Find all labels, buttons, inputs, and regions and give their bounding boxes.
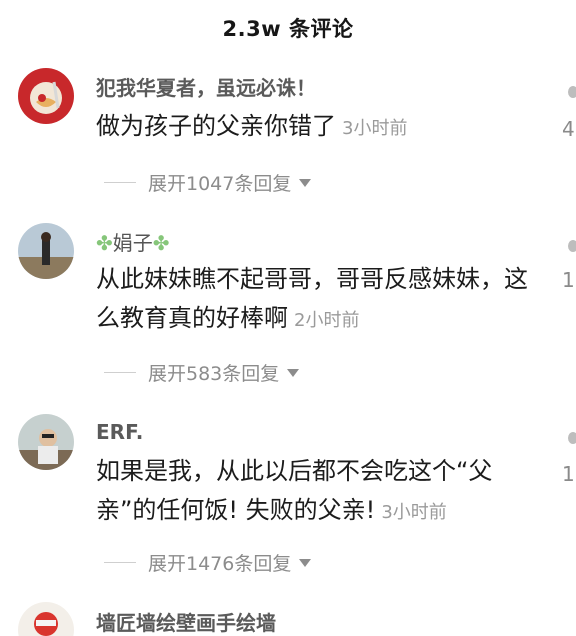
avatar[interactable]	[18, 223, 74, 279]
comment-username[interactable]: 犯我华夏者，虽远必诛！	[96, 72, 316, 101]
avatar[interactable]	[18, 414, 74, 470]
divider-line	[104, 562, 136, 563]
like-count: 4	[562, 117, 575, 141]
comment-body: 做为孩子的父亲你错了	[96, 112, 336, 140]
comment-time: 2小时前	[294, 310, 360, 331]
like-icon[interactable]	[568, 86, 576, 98]
expand-replies-label: 展开1047条回复	[148, 173, 292, 195]
avatar-image	[18, 223, 74, 279]
like-icon[interactable]	[568, 240, 576, 252]
like-count: 1	[562, 268, 575, 292]
avatar-image	[18, 68, 74, 124]
comment-text: 如果是我，从此以后都不会吃这个“父亲”的任何饭! 失败的父亲! 3小时前	[96, 452, 544, 532]
chevron-down-icon	[287, 368, 300, 377]
chevron-down-icon	[299, 558, 312, 567]
chevron-down-icon	[299, 178, 312, 187]
comment-time: 3小时前	[381, 502, 447, 523]
comment-count-title: 2.3w 条评论	[222, 17, 354, 41]
expand-replies-label: 展开1476条回复	[148, 553, 292, 575]
comments-header: 2.3w 条评论	[0, 0, 576, 56]
avatar[interactable]	[18, 68, 74, 124]
like-count: 1	[562, 462, 575, 486]
clover-icon: ✤	[96, 231, 113, 255]
avatar[interactable]	[18, 602, 74, 636]
expand-replies-button[interactable]: 展开583条回复	[104, 359, 300, 386]
comments-panel: 2.3w 条评论 犯我华夏者，虽远必诛！ 做为孩子的父亲你错了 3小时前 展开10…	[0, 0, 576, 636]
comment-username[interactable]: ✤娟子✤	[96, 227, 170, 256]
comment-text: 从此妹妹瞧不起哥哥，哥哥反感妹妹，这么教育真的好棒啊 2小时前	[96, 260, 544, 340]
divider-line	[104, 182, 136, 183]
avatar-image	[18, 602, 74, 636]
comment-time: 3小时前	[342, 118, 408, 139]
expand-replies-label: 展开583条回复	[148, 363, 280, 385]
like-icon[interactable]	[568, 432, 576, 444]
comment-username[interactable]: ERF.	[96, 420, 143, 444]
comment-username[interactable]: 墙匠墙绘壁画手绘墙	[96, 607, 276, 636]
expand-replies-button[interactable]: 展开1047条回复	[104, 169, 312, 196]
clover-icon: ✤	[152, 231, 170, 255]
divider-line	[104, 372, 136, 373]
comment-username-text: 娟子	[112, 231, 153, 255]
comment-text: 做为孩子的父亲你错了 3小时前	[96, 107, 544, 148]
avatar-image	[18, 414, 74, 470]
expand-replies-button[interactable]: 展开1476条回复	[104, 549, 312, 576]
